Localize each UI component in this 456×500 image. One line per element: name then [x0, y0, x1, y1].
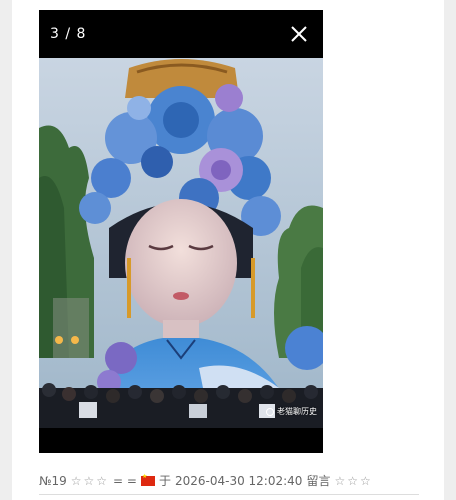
comment-meta-row: №19 ☆☆☆ = = 于 2026-04-30 12:02:40留言 ☆☆☆: [39, 472, 439, 489]
image-counter: 3 / 8: [50, 26, 87, 42]
equals-marks: = =: [113, 473, 137, 488]
divider: [39, 494, 419, 495]
rating-stars-right[interactable]: ☆☆☆: [334, 474, 372, 488]
close-icon: [291, 26, 307, 42]
comment-number: №19: [39, 473, 67, 488]
photo-watermark: 老猫聊历史: [266, 406, 317, 417]
comment-timestamp: 2026-04-30 12:02:40: [174, 473, 303, 488]
word-at: 于: [158, 474, 171, 488]
image-viewer[interactable]: 3 / 8 老猫聊历史: [39, 10, 323, 453]
comment-suffix: 留言: [306, 474, 331, 488]
weibo-icon: [266, 407, 274, 416]
lantern-statue-photo: [39, 58, 323, 428]
close-button[interactable]: [289, 24, 309, 44]
cn-flag-icon: [140, 473, 155, 486]
rating-stars-left[interactable]: ☆☆☆: [71, 474, 109, 488]
watermark-text: 老猫聊历史: [277, 407, 317, 416]
